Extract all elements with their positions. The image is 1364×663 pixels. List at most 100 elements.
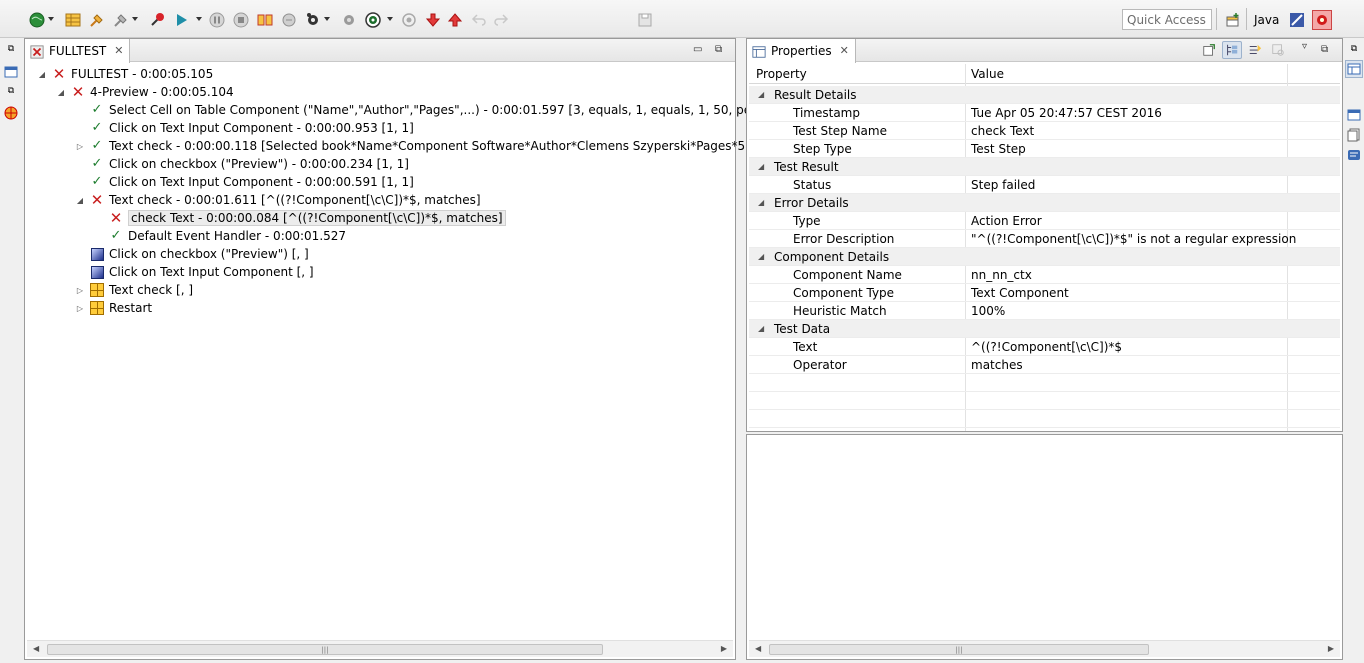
- play-icon[interactable]: [172, 11, 190, 29]
- restore-icon[interactable]: ⧉: [1347, 42, 1361, 56]
- scroll-left-icon[interactable]: ◀: [33, 644, 39, 653]
- map-icon[interactable]: [340, 11, 358, 29]
- circle-icon[interactable]: [400, 11, 418, 29]
- minimized-view-icon[interactable]: [4, 65, 18, 79]
- category-expanded-twisty-icon[interactable]: ◢: [758, 252, 764, 261]
- documents-icon[interactable]: [1347, 128, 1361, 142]
- tree-node[interactable]: Click on checkbox ("Preview") [, ]: [75, 245, 309, 263]
- tree-node[interactable]: ◢ ✕ Text check - 0:00:01.611 [^((?!Compone…: [75, 191, 481, 209]
- tree-node[interactable]: Click on Text Input Component [, ]: [75, 263, 314, 281]
- tree-expanded-twisty-icon[interactable]: ◢: [56, 88, 66, 97]
- tree-expanded-twisty-icon[interactable]: ◢: [37, 70, 47, 79]
- property-row[interactable]: Timestamp Tue Apr 05 20:47:57 CEST 2016: [749, 104, 1340, 122]
- property-row[interactable]: Component Type Text Component: [749, 284, 1340, 302]
- arrow-down-icon[interactable]: [424, 11, 442, 29]
- tree-expanded-twisty-icon[interactable]: ◢: [75, 196, 85, 205]
- tree-node[interactable]: ▷ Text check [, ]: [75, 281, 193, 299]
- tree-node[interactable]: ▷ ✓ Text check - 0:00:00.118 [Selected boo…: [75, 137, 830, 155]
- test-perspective-icon[interactable]: [1312, 10, 1332, 30]
- perspective-java-label[interactable]: Java: [1254, 13, 1279, 27]
- column-header-property[interactable]: Property: [756, 67, 807, 81]
- tree-node[interactable]: ✕ check Text - 0:00:00.084 [^((?!Componen…: [94, 209, 506, 227]
- target-icon[interactable]: [364, 11, 382, 29]
- property-row[interactable]: Step Type Test Step: [749, 140, 1340, 158]
- view-menu-icon[interactable]: ▿: [1302, 41, 1308, 52]
- tree-node[interactable]: ✓ Click on checkbox ("Preview") - 0:00:00…: [75, 155, 409, 173]
- scrollbar-thumb[interactable]: |||: [47, 644, 603, 655]
- category-expanded-twisty-icon[interactable]: ◢: [758, 198, 764, 207]
- property-category-row[interactable]: ◢ Component Details: [749, 248, 1340, 266]
- property-row[interactable]: Test Step Name check Text: [749, 122, 1340, 140]
- connect-icon[interactable]: [88, 11, 106, 29]
- column-header-value[interactable]: Value: [971, 67, 1004, 81]
- target-icon[interactable]: [4, 106, 18, 120]
- scroll-right-icon[interactable]: ▶: [1328, 644, 1334, 653]
- show-advanced-icon[interactable]: [1245, 41, 1265, 59]
- property-category-row[interactable]: ◢ Test Data: [749, 320, 1340, 338]
- property-category-row[interactable]: ◢ Test Result: [749, 158, 1340, 176]
- pause-icon[interactable]: [208, 11, 226, 29]
- tree-collapsed-twisty-icon[interactable]: ▷: [75, 286, 85, 295]
- globe-icon[interactable]: [28, 11, 46, 29]
- tree-node[interactable]: ✓ Click on Text Input Component - 0:00:00…: [75, 119, 414, 137]
- tree-node[interactable]: ✓ Default Event Handler - 0:00:01.527: [94, 227, 347, 245]
- filter-icon[interactable]: [1268, 41, 1288, 59]
- property-category-row[interactable]: ◢ Error Details: [749, 194, 1340, 212]
- restore-icon[interactable]: ⧉: [4, 42, 18, 56]
- table-icon[interactable]: [64, 11, 82, 29]
- property-row[interactable]: Status Step failed: [749, 176, 1340, 194]
- maximize-icon[interactable]: ⧉: [715, 44, 723, 55]
- close-icon[interactable]: ✕: [840, 44, 849, 57]
- show-categories-icon[interactable]: [1222, 41, 1242, 59]
- property-row[interactable]: Type Action Error: [749, 212, 1340, 230]
- property-row[interactable]: Component Name nn_nn_ctx: [749, 266, 1340, 284]
- scroll-right-icon[interactable]: ▶: [721, 644, 727, 653]
- comment-icon[interactable]: [1347, 149, 1361, 163]
- restore-icon[interactable]: ⧉: [4, 84, 18, 98]
- property-row[interactable]: Heuristic Match 100%: [749, 302, 1340, 320]
- quick-access-input[interactable]: Quick Access: [1122, 9, 1212, 30]
- target-dropdown-icon[interactable]: [387, 17, 393, 21]
- property-category-row[interactable]: ◢ Result Details: [749, 86, 1340, 104]
- property-row[interactable]: Operator matches: [749, 356, 1340, 374]
- tree-node[interactable]: ✓ Select Cell on Table Component ("Name",…: [75, 101, 839, 119]
- spy-icon[interactable]: [280, 11, 298, 29]
- horizontal-scrollbar[interactable]: ◀ ||| ▶: [27, 640, 733, 657]
- tree-node[interactable]: ◢ ✕ 4-Preview - 0:00:05.104: [56, 83, 234, 101]
- scrollbar-thumb[interactable]: |||: [769, 644, 1149, 655]
- gear-dropdown-icon[interactable]: [324, 17, 330, 21]
- save-icon[interactable]: [636, 11, 654, 29]
- undo-icon[interactable]: [470, 11, 488, 29]
- category-expanded-twisty-icon[interactable]: ◢: [758, 90, 764, 99]
- open-perspective-icon[interactable]: [1224, 11, 1242, 29]
- property-row[interactable]: Error Description "^((?!Component[\c\C])*…: [749, 230, 1340, 248]
- tab-fulltest[interactable]: FULLTEST ✕: [25, 39, 131, 63]
- tree-collapsed-twisty-icon[interactable]: ▷: [75, 304, 85, 313]
- pin-icon[interactable]: [1199, 41, 1219, 59]
- disconnect-dropdown-icon[interactable]: [132, 17, 138, 21]
- minimize-icon[interactable]: ▭: [693, 44, 703, 55]
- object-mapping-icon[interactable]: [256, 11, 274, 29]
- globe-dropdown-icon[interactable]: [48, 17, 54, 21]
- disconnect-icon[interactable]: [112, 11, 130, 29]
- tab-properties[interactable]: Properties ✕: [747, 39, 856, 63]
- scroll-left-icon[interactable]: ◀: [755, 644, 761, 653]
- arrow-up-icon[interactable]: [446, 11, 464, 29]
- close-icon[interactable]: ✕: [114, 44, 123, 57]
- tree-node[interactable]: ▷ Restart: [75, 299, 152, 317]
- properties-trim-icon[interactable]: [1345, 60, 1363, 78]
- record-icon[interactable]: [148, 11, 166, 29]
- property-row[interactable]: Text ^((?!Component[\c\C])*$: [749, 338, 1340, 356]
- tree-node[interactable]: ✓ Click on Text Input Component - 0:00:00…: [75, 173, 414, 191]
- java-perspective-icon[interactable]: [1288, 11, 1306, 29]
- stop-icon[interactable]: [232, 11, 250, 29]
- tree-node[interactable]: ◢ ✕ FULLTEST - 0:00:05.105: [37, 65, 213, 83]
- tree-collapsed-twisty-icon[interactable]: ▷: [75, 142, 85, 151]
- redo-icon[interactable]: [492, 11, 510, 29]
- console-icon[interactable]: [1347, 108, 1361, 122]
- gear-icon[interactable]: [304, 11, 322, 29]
- horizontal-scrollbar[interactable]: ◀ ||| ▶: [749, 640, 1340, 657]
- category-expanded-twisty-icon[interactable]: ◢: [758, 162, 764, 171]
- maximize-icon[interactable]: ⧉: [1321, 44, 1329, 55]
- play-dropdown-icon[interactable]: [196, 17, 202, 21]
